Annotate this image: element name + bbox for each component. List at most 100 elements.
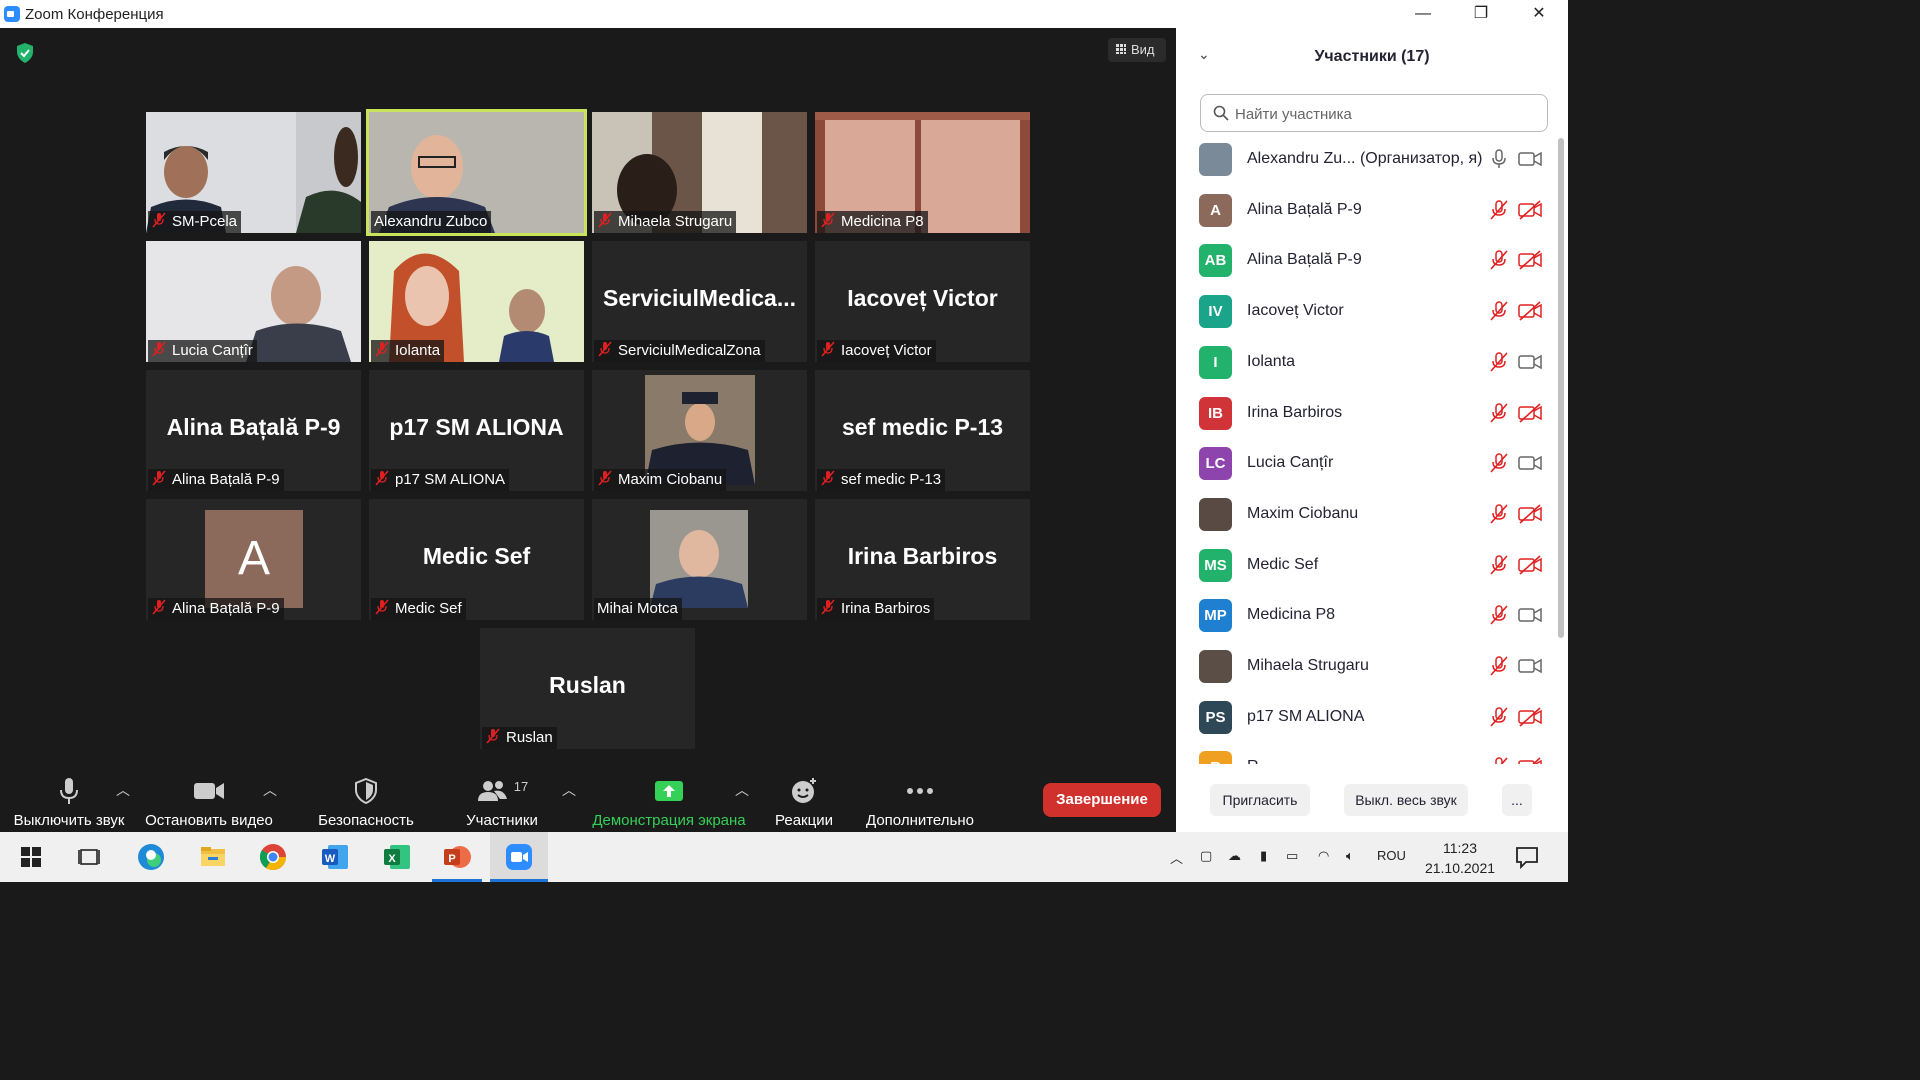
participant-row[interactable]: A Alina Bațală P-9	[1176, 188, 1556, 238]
language-indicator[interactable]: ROU	[1377, 848, 1406, 863]
participant-row[interactable]: IB Irina Barbiros	[1176, 391, 1556, 441]
word-app-icon[interactable]: W	[320, 842, 350, 872]
participants-scrollbar[interactable]	[1558, 138, 1564, 638]
view-button[interactable]: Вид	[1108, 38, 1166, 62]
file-explorer-icon[interactable]	[198, 842, 228, 872]
wifi-icon[interactable]: ◠	[1318, 848, 1329, 864]
end-meeting-button[interactable]: Завершение	[1043, 783, 1161, 817]
video-off-icon[interactable]	[1518, 250, 1542, 270]
search-input[interactable]	[1235, 103, 1535, 125]
video-camera-icon[interactable]	[1518, 656, 1542, 676]
video-tile[interactable]: Medic Sef Medic Sef	[369, 499, 584, 620]
video-camera-icon[interactable]	[1518, 352, 1542, 372]
panel-more-button[interactable]: ...	[1502, 784, 1532, 816]
muted-microphone-icon[interactable]	[1488, 453, 1510, 473]
participant-row[interactable]: Maxim Ciobanu	[1176, 492, 1556, 542]
participant-avatar: PS	[1199, 700, 1232, 734]
participant-row[interactable]: MS Medic Sef	[1176, 543, 1556, 593]
video-tile[interactable]: A Alina Bațală P-9	[146, 499, 361, 620]
minimize-button[interactable]: —	[1394, 0, 1452, 28]
participants-options-caret-icon[interactable]: ︿	[562, 780, 576, 800]
stop-video-button[interactable]: Остановить видео	[142, 774, 276, 829]
meet-now-icon[interactable]: ▢	[1200, 848, 1212, 864]
video-tile[interactable]: p17 SM ALIONA p17 SM ALIONA	[369, 370, 584, 491]
active-speaker-tile[interactable]: Alexandru Zubco	[366, 109, 587, 236]
task-view-icon[interactable]	[74, 842, 104, 872]
chrome-browser-icon[interactable]	[258, 842, 288, 872]
zoom-app-icon[interactable]	[504, 842, 534, 872]
muted-microphone-icon[interactable]	[1488, 301, 1510, 321]
microphone-icon[interactable]	[1488, 149, 1510, 169]
share-screen-button[interactable]: Демонстрация экрана	[588, 774, 750, 829]
video-tile[interactable]: Mihai Motca	[592, 499, 807, 620]
reactions-button[interactable]: Реакции	[770, 774, 838, 829]
participant-row[interactable]: I Iolanta	[1176, 340, 1556, 390]
taskbar-clock[interactable]: 11:23 21.10.2021	[1420, 838, 1500, 878]
participant-row[interactable]: LC Lucia Canțîr	[1176, 441, 1556, 491]
muted-microphone-icon[interactable]	[1488, 352, 1510, 372]
tray-chevron-icon[interactable]: ︿	[1170, 848, 1183, 867]
participant-row[interactable]: AB Alina Bațală P-9	[1176, 238, 1556, 288]
windows-start-icon[interactable]	[16, 842, 46, 872]
video-off-icon[interactable]	[1518, 200, 1542, 220]
invite-button[interactable]: Пригласить	[1210, 784, 1310, 816]
tile-big-name: sef medic P-13	[841, 414, 1004, 440]
notifications-icon[interactable]	[1512, 842, 1542, 872]
muted-microphone-icon[interactable]	[1488, 554, 1510, 575]
battery-icon[interactable]: ▭	[1286, 848, 1298, 864]
participant-row[interactable]: PS p17 SM ALIONA	[1176, 695, 1556, 745]
muted-microphone-icon[interactable]	[1488, 605, 1510, 625]
video-off-icon[interactable]	[1518, 504, 1542, 524]
edge-browser-icon[interactable]	[136, 842, 166, 872]
participant-name: Lucia Canțîr	[1247, 454, 1334, 472]
muted-microphone-icon[interactable]	[1488, 706, 1510, 727]
muted-microphone-icon[interactable]	[1488, 757, 1510, 764]
video-off-icon[interactable]	[1518, 554, 1542, 575]
video-off-icon[interactable]	[1518, 301, 1542, 321]
video-tile[interactable]: Iolanta	[369, 241, 584, 362]
video-tile[interactable]: ServiciulMedica... ServiciulMedicalZona	[592, 241, 807, 362]
video-tile[interactable]: SM-Pcela	[146, 112, 361, 233]
video-tile[interactable]: Ruslan Ruslan	[480, 628, 695, 749]
video-tile[interactable]: Alina Bațală P-9 Alina Bațală P-9	[146, 370, 361, 491]
encryption-shield-icon[interactable]	[14, 42, 36, 64]
muted-microphone-icon[interactable]	[1488, 504, 1510, 524]
close-button[interactable]: ✕	[1510, 0, 1568, 28]
muted-microphone-icon[interactable]	[1488, 250, 1510, 270]
participant-row[interactable]: Mihaela Strugaru	[1176, 644, 1556, 694]
onedrive-cloud-icon[interactable]: ☁	[1228, 848, 1241, 864]
video-camera-icon[interactable]	[1518, 605, 1542, 625]
video-options-caret-icon[interactable]: ︿	[263, 780, 277, 800]
powerpoint-app-icon[interactable]: P	[442, 842, 472, 872]
video-tile[interactable]: Lucia Canțîr	[146, 241, 361, 362]
video-off-icon[interactable]	[1518, 757, 1542, 764]
participant-row[interactable]: IV Iacoveț Victor	[1176, 289, 1556, 339]
audio-options-caret-icon[interactable]: ︿	[116, 780, 130, 800]
share-options-caret-icon[interactable]: ︿	[735, 780, 749, 800]
more-button[interactable]: Дополнительно	[858, 774, 982, 829]
video-camera-icon[interactable]	[1518, 453, 1542, 473]
muted-microphone-icon[interactable]	[1488, 656, 1510, 676]
mute-button[interactable]: Выключить звук	[10, 774, 128, 829]
participant-row[interactable]: MP Medicina P8	[1176, 593, 1556, 643]
video-tile[interactable]: Medicina P8	[815, 112, 1030, 233]
video-off-icon[interactable]	[1518, 402, 1542, 423]
video-tile[interactable]: Irina Barbiros Irina Barbiros	[815, 499, 1030, 620]
excel-app-icon[interactable]: X	[382, 842, 412, 872]
video-tile[interactable]: sef medic P-13 sef medic P-13	[815, 370, 1030, 491]
video-off-icon[interactable]	[1518, 707, 1542, 727]
volume-icon[interactable]: 🔈︎	[1346, 848, 1354, 864]
video-tile[interactable]: Maxim Ciobanu	[592, 370, 807, 491]
participant-row[interactable]: Alexandru Zu... (Организатор, я)	[1176, 137, 1556, 187]
video-tile[interactable]: Mihaela Strugaru	[592, 112, 807, 233]
video-camera-icon[interactable]	[1518, 149, 1542, 169]
muted-microphone-icon[interactable]	[1488, 199, 1510, 220]
microphone-tray-icon[interactable]: ▮	[1260, 848, 1267, 864]
mute-all-button[interactable]: Выкл. весь звук	[1344, 784, 1468, 816]
muted-microphone-icon[interactable]	[1488, 402, 1510, 423]
participant-row[interactable]: R R...	[1176, 745, 1556, 764]
video-tile[interactable]: Iacoveț Victor Iacoveț Victor	[815, 241, 1030, 362]
participants-button[interactable]: 17 Участники	[458, 774, 546, 830]
maximize-button[interactable]: ❐	[1452, 0, 1510, 28]
security-button[interactable]: Безопасность	[312, 774, 420, 829]
